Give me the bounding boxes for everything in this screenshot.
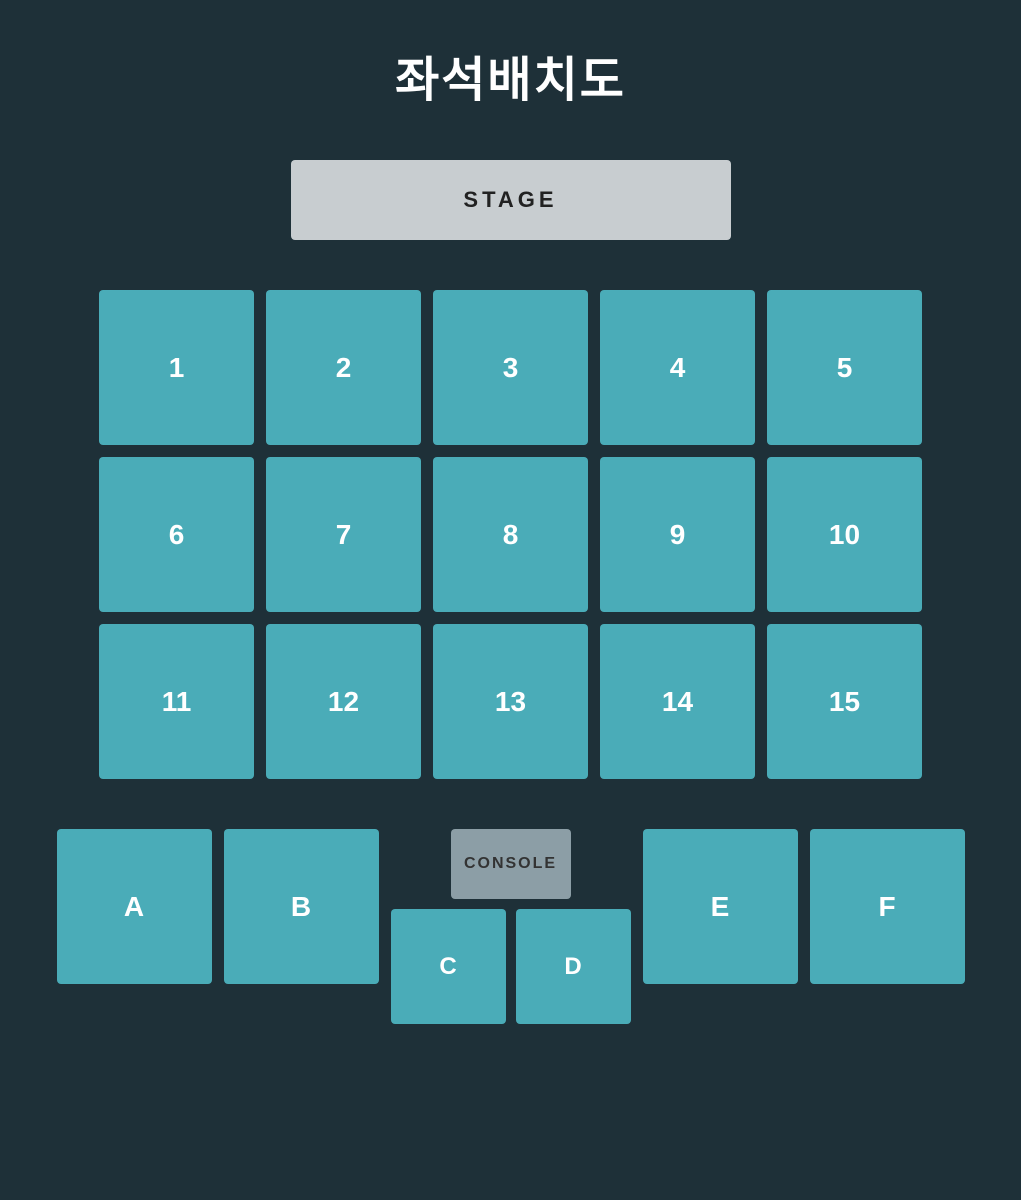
seat-5[interactable]: 5: [767, 290, 922, 445]
seat-10[interactable]: 10: [767, 457, 922, 612]
seat-2[interactable]: 2: [266, 290, 421, 445]
seat-11[interactable]: 11: [99, 624, 254, 779]
seat-7[interactable]: 7: [266, 457, 421, 612]
seat-c[interactable]: C: [391, 909, 506, 1024]
seat-f[interactable]: F: [810, 829, 965, 984]
console-label: CONSOLE: [464, 855, 557, 873]
seat-a[interactable]: A: [57, 829, 212, 984]
seat-13[interactable]: 13: [433, 624, 588, 779]
stage-label: STAGE: [463, 187, 557, 213]
seat-9[interactable]: 9: [600, 457, 755, 612]
seat-d[interactable]: D: [516, 909, 631, 1024]
seat-15[interactable]: 15: [767, 624, 922, 779]
seat-1[interactable]: 1: [99, 290, 254, 445]
cd-row: C D: [391, 909, 631, 1024]
page-title: 좌석배치도: [395, 40, 626, 110]
back-seating-row: A B CONSOLE C D E F: [57, 829, 965, 1024]
main-seating-grid: 1 2 3 4 5 6 7 8 9 10 11 12 13 14 15: [99, 290, 922, 779]
seat-4[interactable]: 4: [600, 290, 755, 445]
seat-3[interactable]: 3: [433, 290, 588, 445]
seat-12[interactable]: 12: [266, 624, 421, 779]
seat-8[interactable]: 8: [433, 457, 588, 612]
console-block: CONSOLE: [451, 829, 571, 899]
seat-b[interactable]: B: [224, 829, 379, 984]
seat-14[interactable]: 14: [600, 624, 755, 779]
console-cd-group: CONSOLE C D: [391, 829, 631, 1024]
stage-area: STAGE: [291, 160, 731, 240]
seat-6[interactable]: 6: [99, 457, 254, 612]
seat-e[interactable]: E: [643, 829, 798, 984]
